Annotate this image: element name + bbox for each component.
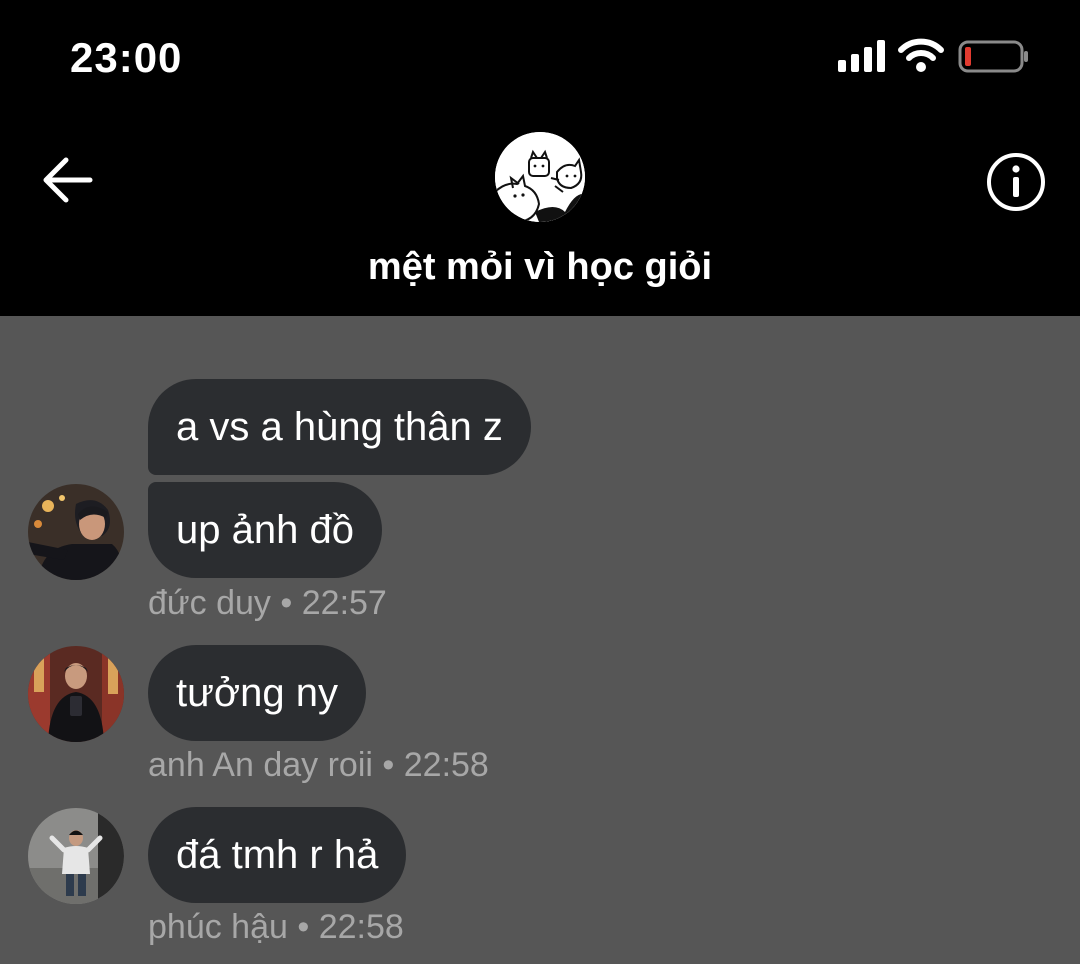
group-title: mệt mỏi vì học giỏi (367, 246, 713, 288)
cellular-signal-icon (838, 40, 885, 72)
status-time: 23:00 (70, 34, 183, 81)
message-bubble[interactable]: tưởng ny (148, 645, 366, 741)
cats-doodle-icon (495, 132, 585, 222)
meta-separator: • (382, 746, 395, 784)
message-bubble[interactable]: đá tmh r hả (148, 807, 407, 903)
battery-low-icon (958, 40, 1028, 73)
message-bubble[interactable]: up ảnh đồ (148, 482, 382, 578)
sender-name: anh An day roii (148, 746, 373, 784)
top-bar: 23:00 mệt mỏi vì học giỏi (0, 0, 1080, 316)
message-meta: anh An day roii • 22:58 (148, 746, 489, 785)
group-avatar[interactable] (495, 132, 585, 222)
avatar-photo-icon (28, 808, 124, 904)
avatar[interactable] (28, 646, 124, 742)
meta-separator: • (297, 908, 310, 946)
message-time: 22:58 (318, 908, 404, 946)
avatar[interactable] (28, 808, 124, 904)
message-time: 22:57 (301, 584, 387, 622)
info-icon[interactable] (986, 152, 1046, 212)
avatar[interactable] (28, 484, 124, 580)
avatar-photo-icon (28, 484, 124, 580)
sender-name: phúc hậu (148, 908, 288, 946)
wifi-icon (898, 38, 944, 72)
message-time: 22:58 (403, 746, 489, 784)
message-meta: phúc hậu • 22:58 (148, 908, 404, 947)
sender-name: đức duy (148, 584, 271, 622)
message-meta: đức duy • 22:57 (148, 584, 387, 623)
avatar-photo-icon (28, 646, 124, 742)
meta-separator: • (280, 584, 293, 622)
message-bubble[interactable]: a vs a hùng thân z (148, 379, 531, 475)
back-arrow-icon[interactable] (38, 152, 98, 208)
